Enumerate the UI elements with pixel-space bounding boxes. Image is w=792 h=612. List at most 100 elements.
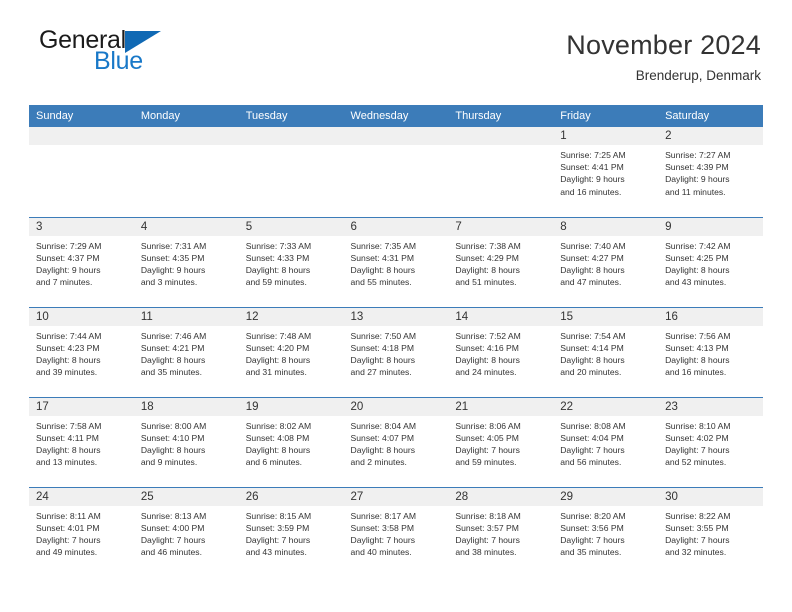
daylight-line-2: and 2 minutes. (350, 457, 407, 468)
daylight-line-2: and 39 minutes. (36, 367, 98, 378)
calendar-day-cell[interactable]: 13 Sunrise: 7:50 AM Sunset: 4:18 PM Dayligh… (343, 306, 449, 397)
sunset-time: Sunset: 4:35 PM (140, 252, 205, 263)
page-subtitle: Brenderup, Denmark (635, 68, 761, 84)
day-number-band (448, 127, 554, 145)
daylight-line-1: Daylight: 9 hours (560, 174, 625, 185)
calendar-day-cell[interactable]: 25 Sunrise: 8:13 AM Sunset: 4:00 PM Dayligh… (133, 486, 239, 577)
sunrise-time: Sunrise: 8:22 AM (665, 510, 731, 521)
calendar-day-cell[interactable]: 4 Sunrise: 7:31 AM Sunset: 4:35 PM Daylight… (133, 216, 239, 307)
calendar-page: General Blue November 2024 Brenderup, De… (0, 0, 792, 612)
sunrise-time: Sunrise: 7:35 AM (350, 240, 416, 251)
daylight-line-1: Daylight: 8 hours (36, 444, 101, 455)
calendar-day-cell[interactable]: 28 Sunrise: 8:18 AM Sunset: 3:57 PM Dayligh… (448, 486, 554, 577)
daylight-line-1: Daylight: 8 hours (36, 354, 101, 365)
sunset-time: Sunset: 4:11 PM (36, 432, 99, 443)
day-number: 22 (553, 397, 659, 416)
calendar-day-cell[interactable]: 21 Sunrise: 8:06 AM Sunset: 4:05 PM Dayligh… (448, 396, 554, 487)
calendar-day-cell[interactable]: 26 Sunrise: 8:15 AM Sunset: 3:59 PM Dayligh… (238, 486, 344, 577)
sunrise-time: Sunrise: 7:46 AM (140, 330, 207, 341)
calendar-day-cell[interactable]: 6 Sunrise: 7:35 AM Sunset: 4:31 PM Daylight… (343, 216, 449, 307)
sunset-time: Sunset: 4:00 PM (140, 522, 205, 533)
daylight-line-1: Daylight: 8 hours (455, 354, 520, 365)
day-details: Sunrise: 8:10 AM Sunset: 4:02 PM Daylight:… (658, 416, 763, 469)
sunrise-time: Sunrise: 7:50 AM (350, 330, 416, 341)
calendar-day-cell[interactable]: 16 Sunrise: 7:56 AM Sunset: 4:13 PM Dayligh… (658, 306, 763, 397)
day-details: Sunrise: 7:35 AM Sunset: 4:31 PM Daylight:… (344, 236, 449, 289)
calendar-day-cell[interactable]: 29 Sunrise: 8:20 AM Sunset: 3:56 PM Dayligh… (553, 486, 659, 577)
weekday-header-friday: Friday (553, 105, 659, 127)
sunrise-time: Sunrise: 7:38 AM (455, 240, 521, 251)
daylight-line-2: and 35 minutes. (560, 547, 622, 558)
sunrise-time: Sunrise: 7:54 AM (560, 330, 626, 341)
sunset-time: Sunset: 4:31 PM (350, 252, 415, 263)
calendar-day-cell[interactable]: 24 Sunrise: 8:11 AM Sunset: 4:01 PM Dayligh… (29, 486, 134, 577)
calendar-week-row: 1 Sunrise: 7:25 AM Sunset: 4:41 PM Daylight… (29, 127, 763, 217)
day-number: 8 (553, 217, 659, 236)
general-blue-logo[interactable]: General Blue (31, 28, 201, 80)
day-details: Sunrise: 7:33 AM Sunset: 4:33 PM Daylight:… (239, 236, 344, 289)
sunset-time: Sunset: 4:27 PM (560, 252, 624, 263)
calendar-day-cell[interactable]: 15 Sunrise: 7:54 AM Sunset: 4:14 PM Dayligh… (553, 306, 659, 397)
daylight-line-1: Daylight: 8 hours (140, 444, 206, 455)
calendar-day-cell[interactable]: 3 Sunrise: 7:29 AM Sunset: 4:37 PM Daylight… (29, 216, 134, 307)
daylight-line-2: and 46 minutes. (140, 547, 202, 558)
sunset-time: Sunset: 3:55 PM (665, 522, 729, 533)
day-number-band (29, 127, 134, 145)
weekday-header-sunday: Sunday (29, 105, 134, 127)
sunrise-time: Sunrise: 8:20 AM (560, 510, 626, 521)
sunrise-time: Sunrise: 7:44 AM (36, 330, 102, 341)
calendar-day-cell[interactable]: 9 Sunrise: 7:42 AM Sunset: 4:25 PM Daylight… (658, 216, 763, 307)
day-details: Sunrise: 8:04 AM Sunset: 4:07 PM Daylight:… (344, 416, 449, 469)
sunset-time: Sunset: 4:07 PM (350, 432, 415, 443)
day-number: 3 (29, 217, 134, 236)
weekday-header-saturday: Saturday (658, 105, 763, 127)
calendar-day-cell-empty (133, 127, 239, 217)
daylight-line-2: and 3 minutes. (140, 277, 198, 288)
calendar-day-cell[interactable]: 1 Sunrise: 7:25 AM Sunset: 4:41 PM Daylight… (553, 127, 659, 217)
daylight-line-1: Daylight: 7 hours (36, 534, 101, 545)
day-details: Sunrise: 8:11 AM Sunset: 4:01 PM Daylight:… (29, 506, 134, 559)
calendar-day-cell[interactable]: 14 Sunrise: 7:52 AM Sunset: 4:16 PM Dayligh… (448, 306, 554, 397)
weekday-header-tuesday: Tuesday (238, 105, 344, 127)
calendar-day-cell[interactable]: 7 Sunrise: 7:38 AM Sunset: 4:29 PM Daylight… (448, 216, 554, 307)
calendar-day-cell[interactable]: 19 Sunrise: 8:02 AM Sunset: 4:08 PM Dayligh… (238, 396, 344, 487)
day-number: 30 (658, 487, 763, 506)
daylight-line-2: and 59 minutes. (245, 277, 307, 288)
daylight-line-1: Daylight: 7 hours (665, 444, 730, 455)
page-header: General Blue November 2024 Brenderup, De… (0, 0, 792, 84)
daylight-line-1: Daylight: 7 hours (665, 534, 730, 545)
calendar-week-row: 10 Sunrise: 7:44 AM Sunset: 4:23 PM Dayligh… (29, 306, 763, 397)
calendar-day-cell[interactable]: 18 Sunrise: 8:00 AM Sunset: 4:10 PM Dayligh… (133, 396, 239, 487)
day-details: Sunrise: 7:42 AM Sunset: 4:25 PM Daylight:… (658, 236, 763, 289)
calendar-day-cell[interactable]: 23 Sunrise: 8:10 AM Sunset: 4:02 PM Dayligh… (658, 396, 763, 487)
sunset-time: Sunset: 3:58 PM (350, 522, 415, 533)
calendar-day-cell[interactable]: 20 Sunrise: 8:04 AM Sunset: 4:07 PM Dayligh… (343, 396, 449, 487)
calendar-day-cell[interactable]: 5 Sunrise: 7:33 AM Sunset: 4:33 PM Daylight… (238, 216, 344, 307)
calendar-day-cell[interactable]: 8 Sunrise: 7:40 AM Sunset: 4:27 PM Daylight… (553, 216, 659, 307)
day-number: 4 (133, 217, 239, 236)
day-details: Sunrise: 7:50 AM Sunset: 4:18 PM Daylight:… (344, 326, 449, 379)
calendar-week-row: 24 Sunrise: 8:11 AM Sunset: 4:01 PM Dayligh… (29, 486, 763, 577)
calendar-day-cell[interactable]: 17 Sunrise: 7:58 AM Sunset: 4:11 PM Dayligh… (29, 396, 134, 487)
daylight-line-2: and 20 minutes. (560, 367, 622, 378)
calendar-day-cell[interactable]: 27 Sunrise: 8:17 AM Sunset: 3:58 PM Dayligh… (343, 486, 449, 577)
sunset-time: Sunset: 4:18 PM (350, 342, 415, 353)
calendar-day-cell[interactable]: 10 Sunrise: 7:44 AM Sunset: 4:23 PM Dayligh… (29, 306, 134, 397)
daylight-line-2: and 7 minutes. (36, 277, 93, 288)
daylight-line-1: Daylight: 7 hours (455, 534, 520, 545)
daylight-line-2: and 55 minutes. (350, 277, 412, 288)
sunset-time: Sunset: 4:25 PM (665, 252, 729, 263)
calendar-day-cell[interactable]: 22 Sunrise: 8:08 AM Sunset: 4:04 PM Dayligh… (553, 396, 659, 487)
day-details: Sunrise: 8:06 AM Sunset: 4:05 PM Daylight:… (448, 416, 553, 469)
daylight-line-1: Daylight: 8 hours (245, 354, 311, 365)
day-number: 14 (448, 307, 554, 326)
calendar-day-cell[interactable]: 30 Sunrise: 8:22 AM Sunset: 3:55 PM Dayligh… (658, 486, 763, 577)
sunset-time: Sunset: 4:01 PM (36, 522, 100, 533)
daylight-line-2: and 51 minutes. (455, 277, 517, 288)
day-details: Sunrise: 8:20 AM Sunset: 3:56 PM Daylight:… (553, 506, 658, 559)
daylight-line-2: and 13 minutes. (36, 457, 98, 468)
day-number: 25 (133, 487, 239, 506)
calendar-day-cell[interactable]: 2 Sunrise: 7:27 AM Sunset: 4:39 PM Daylight… (658, 127, 763, 217)
calendar-day-cell[interactable]: 12 Sunrise: 7:48 AM Sunset: 4:20 PM Dayligh… (238, 306, 344, 397)
calendar-day-cell[interactable]: 11 Sunrise: 7:46 AM Sunset: 4:21 PM Dayligh… (133, 306, 239, 397)
